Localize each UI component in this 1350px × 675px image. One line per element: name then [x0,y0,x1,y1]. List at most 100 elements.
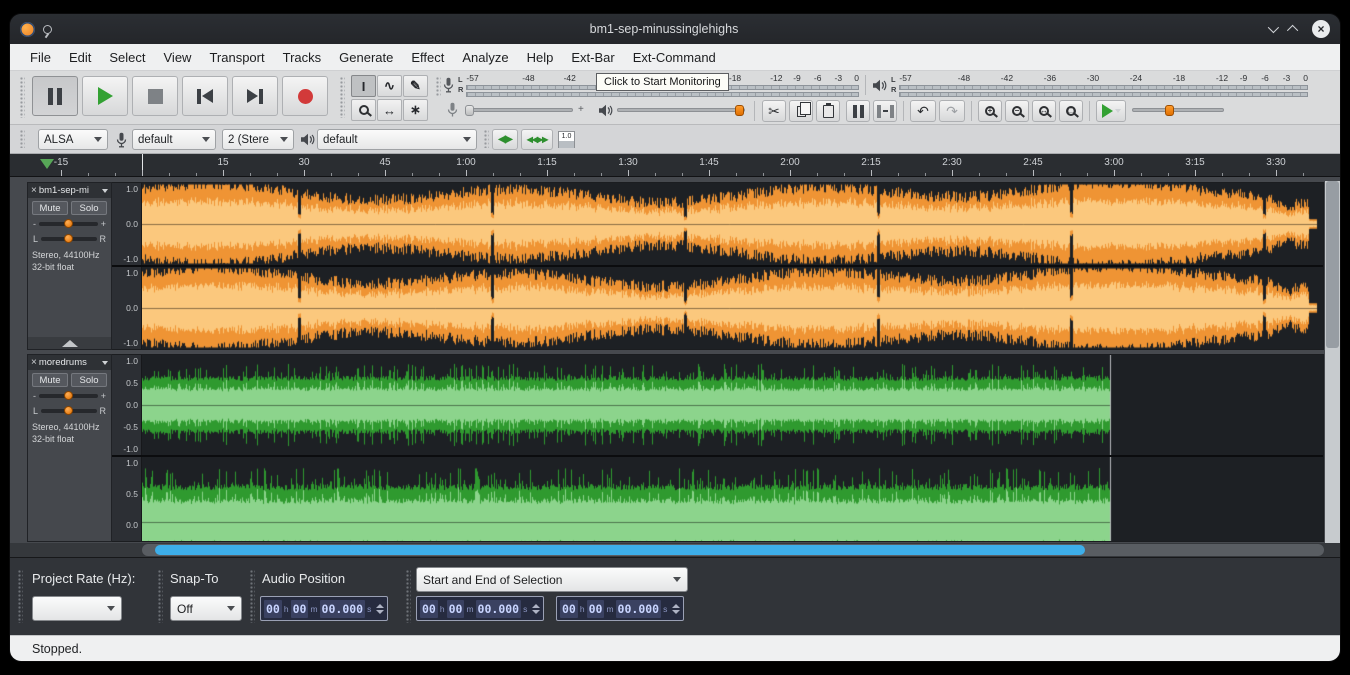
toolbar-grip[interactable] [20,130,25,148]
track-menu-caret-icon[interactable] [102,361,108,365]
toolbar-grip[interactable] [250,570,255,623]
track-2-channel-1-waveform[interactable] [142,355,1323,455]
zoom-in-button[interactable]: + [978,100,1002,122]
play-speed-thumb[interactable] [1165,105,1174,116]
track-2-channel-2-waveform[interactable] [142,457,1323,541]
toolbar-grip[interactable] [436,77,441,96]
track-1-channel-1-waveform[interactable] [142,183,1323,265]
zoom-tool-button[interactable] [351,99,376,121]
snap-to-dropdown[interactable]: Off [170,596,242,621]
pin-icon[interactable] [43,25,52,34]
recording-device-dropdown[interactable]: default [132,129,216,150]
toolbar-grip[interactable] [484,130,489,148]
playback-volume-slider[interactable] [617,99,745,121]
timeline-ruler[interactable]: -151530451:001:151:301:452:002:152:302:4… [10,154,1340,177]
envelope-tool-button[interactable]: ∿ [377,75,402,97]
play-button[interactable] [82,76,128,116]
track-1-mute-button[interactable]: Mute [32,201,68,215]
paste-button[interactable] [816,100,840,122]
menu-item-help[interactable]: Help [519,47,562,68]
track-2-solo-button[interactable]: Solo [71,373,107,387]
minimize-button[interactable] [1268,22,1279,33]
redo-button[interactable]: ↷ [939,100,965,122]
fit-selection-button[interactable]: ↔ [1032,100,1056,122]
menu-item-effect[interactable]: Effect [403,47,452,68]
silence-audio-button[interactable] [873,100,897,122]
track-2-control-panel[interactable]: × moredrums Mute Solo - + L R [27,354,112,542]
draw-tool-button[interactable]: ✎ [403,75,428,97]
seek-long-button[interactable]: ◀◀▶▶ [521,129,553,150]
track-1-title-bar[interactable]: × bm1-sep-mi [28,183,111,198]
seek-button[interactable]: ◀▶ [492,129,518,150]
playback-volume-thumb[interactable] [735,105,744,116]
zoom-out-button[interactable]: − [1005,100,1029,122]
vertical-scrollbar[interactable] [1325,181,1340,543]
track-2-pan-slider[interactable]: L R [28,403,111,418]
menu-item-analyze[interactable]: Analyze [454,47,516,68]
undo-button[interactable]: ↶ [910,100,936,122]
pause-button[interactable] [32,76,78,116]
horizontal-scrollbar-thumb[interactable] [155,545,1085,555]
track-menu-caret-icon[interactable] [102,189,108,193]
fit-project-button[interactable]: □ [1059,100,1083,122]
track-2-mute-button[interactable]: Mute [32,373,68,387]
menu-item-ext-command[interactable]: Ext-Command [625,47,724,68]
recording-volume-slider[interactable] [465,99,573,121]
track-2-title-bar[interactable]: × moredrums [28,355,111,370]
recording-channels-dropdown[interactable]: 2 (Stere [222,129,294,150]
track-2-name[interactable]: moredrums [39,357,100,368]
record-button[interactable] [282,76,328,116]
track-1-gain-slider[interactable]: - + [28,216,111,231]
copy-button[interactable] [789,100,813,122]
timeline-options-icon[interactable] [40,159,54,169]
toolbar-grip[interactable] [406,570,411,623]
selection-end-display[interactable]: 00h00m00.000s [556,596,684,621]
play-at-speed-button[interactable] [1096,100,1126,122]
play-speed-slider[interactable] [1132,99,1224,121]
track-1-control-panel[interactable]: × bm1-sep-mi Mute Solo - + L R [27,182,112,350]
playback-meter[interactable]: LR -57-48-42-36-30-24-18-12-9-6-30 [872,73,1308,97]
trim-audio-button[interactable] [846,100,870,122]
vertical-scrollbar-thumb[interactable] [1326,181,1339,348]
toolbar-grip[interactable] [18,570,23,623]
close-button[interactable]: × [1312,20,1330,38]
menu-item-file[interactable]: File [22,47,59,68]
menu-item-edit[interactable]: Edit [61,47,99,68]
toolbar-grip[interactable] [340,77,345,118]
maximize-button[interactable] [1287,25,1298,36]
selection-tool-button[interactable]: I [351,75,376,97]
toolbar-grip[interactable] [158,570,163,623]
track-1-channel-2-waveform[interactable] [142,267,1323,349]
horizontal-scrollbar[interactable] [10,543,1340,557]
selection-mode-dropdown[interactable]: Start and End of Selection [416,567,688,592]
menu-item-ext-bar[interactable]: Ext-Bar [563,47,622,68]
audio-host-dropdown[interactable]: ALSA [38,129,108,150]
project-rate-dropdown[interactable] [32,596,122,621]
menu-item-transport[interactable]: Transport [201,47,272,68]
toolbar-grip[interactable] [20,77,25,118]
pan-thumb[interactable] [64,406,73,415]
skip-to-start-button[interactable] [182,76,228,116]
track-1-collapse-button[interactable] [28,337,111,349]
track-1-name[interactable]: bm1-sep-mi [39,185,100,196]
track-1-pan-slider[interactable]: L R [28,231,111,246]
selection-start-display[interactable]: 00h00m00.000s [416,596,544,621]
menu-item-generate[interactable]: Generate [331,47,401,68]
pan-thumb[interactable] [64,234,73,243]
track-close-icon[interactable]: × [31,186,37,196]
track-close-icon[interactable]: × [31,358,37,368]
track-2-gain-slider[interactable]: - + [28,388,111,403]
audio-position-display[interactable]: 00h00m00.000s [260,596,388,621]
timeshift-tool-button[interactable]: ↔ [377,99,402,121]
menu-item-select[interactable]: Select [101,47,153,68]
cut-button[interactable]: ✂ [762,100,786,122]
menu-item-view[interactable]: View [156,47,200,68]
recording-volume-thumb[interactable] [465,105,474,116]
gain-thumb[interactable] [64,391,73,400]
title-bar[interactable]: bm1-sep-minussinglehighs × [10,14,1340,44]
track-1-solo-button[interactable]: Solo [71,201,107,215]
menu-item-tracks[interactable]: Tracks [275,47,330,68]
skip-to-end-button[interactable] [232,76,278,116]
stop-button[interactable] [132,76,178,116]
multi-tool-button[interactable]: ∗ [403,99,428,121]
